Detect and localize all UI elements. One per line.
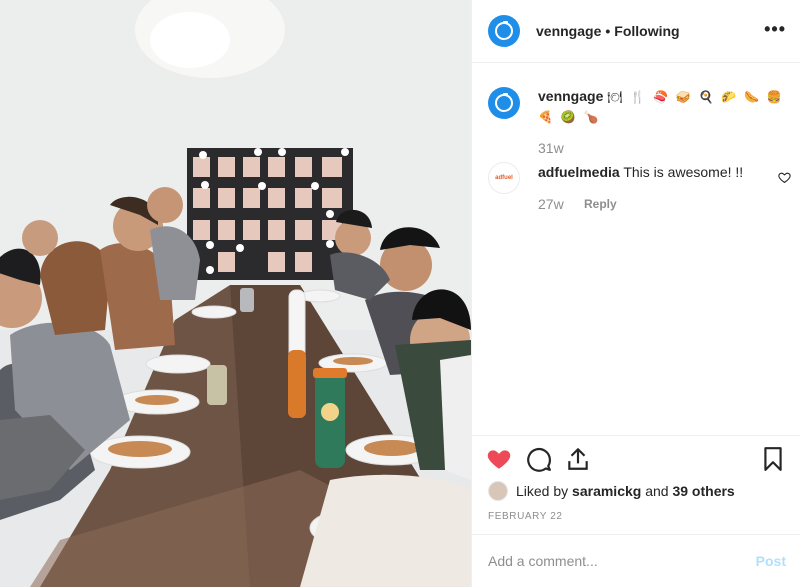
add-comment-bar: Post — [472, 534, 800, 588]
clock-logo-icon — [495, 21, 513, 40]
post-photo-illustration — [0, 0, 471, 587]
heart-icon[interactable] — [486, 446, 512, 472]
commenter-avatar[interactable]: adfuel — [488, 162, 520, 194]
clock-logo-icon — [495, 93, 513, 112]
comment-username[interactable]: adfuelmedia — [538, 164, 620, 180]
reply-button[interactable]: Reply — [584, 197, 617, 211]
share-icon[interactable] — [565, 446, 591, 472]
commenter-avatar-logo: adfuel — [495, 175, 513, 181]
likes-summary: Liked by saramickg and 39 others — [488, 481, 735, 501]
more-icon[interactable]: ••• — [764, 20, 786, 38]
post-button[interactable]: Post — [756, 553, 786, 569]
action-bar — [472, 435, 800, 486]
liker-avatar[interactable] — [488, 481, 508, 501]
venngage-avatar[interactable] — [488, 15, 520, 47]
comment-text: This is awesome! !! — [623, 164, 744, 180]
likes-prefix: Liked by — [516, 483, 569, 499]
caption-body: venngage 🍽 🍴 🍣 🥪 🍳 🌮 🌭 🍔 🍕 🥝 🍗 — [538, 87, 788, 127]
caption-timestamp[interactable]: 31w — [538, 140, 564, 156]
comment-timestamp[interactable]: 27w — [538, 196, 564, 212]
header-separator: • — [605, 23, 611, 39]
caption-avatar[interactable] — [488, 87, 520, 119]
instagram-post: venngage • Following ••• venngage 🍽 🍴 🍣 … — [0, 0, 800, 587]
following-button[interactable]: Following — [614, 23, 679, 39]
likes-joiner: and — [645, 483, 669, 499]
post-date[interactable]: FEBRUARY 22 — [488, 511, 563, 522]
bookmark-icon[interactable] — [760, 446, 786, 472]
post-side-panel: venngage • Following ••• venngage 🍽 🍴 🍣 … — [471, 0, 800, 587]
liker-username[interactable]: saramickg — [572, 483, 641, 499]
comment-text-line: adfuelmedia This is awesome! !! — [538, 164, 743, 180]
likes-others[interactable]: 39 others — [672, 483, 734, 499]
comment-icon[interactable] — [526, 446, 552, 472]
post-photo[interactable] — [0, 0, 471, 587]
post-header: venngage • Following ••• — [472, 0, 800, 63]
header-username[interactable]: venngage — [536, 23, 601, 39]
add-comment-input[interactable] — [488, 550, 728, 572]
caption-username[interactable]: venngage — [538, 88, 603, 104]
heart-outline-icon[interactable] — [778, 171, 791, 184]
